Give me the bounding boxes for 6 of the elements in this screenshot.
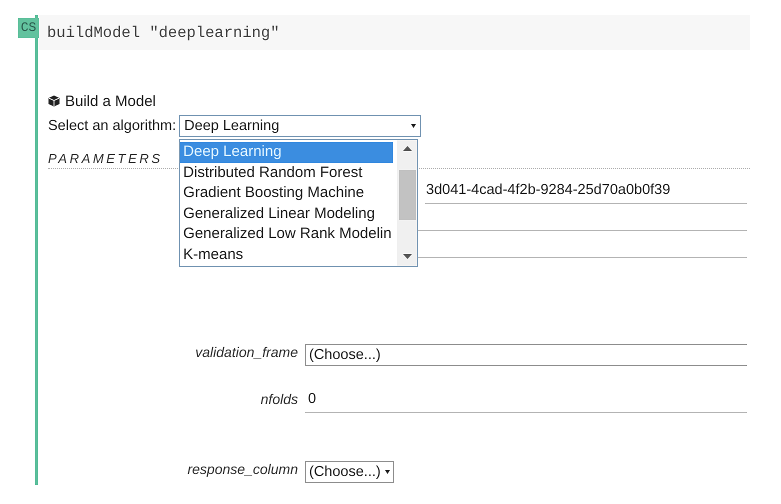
parameter-label: nfolds — [260, 391, 298, 407]
parameter-label: validation_frame — [195, 344, 298, 360]
section-heading: PARAMETERS — [48, 151, 163, 166]
form-title: Build a Model — [65, 92, 156, 110]
parameter-label: response_column — [187, 461, 298, 477]
algorithm-label: Select an algorithm: — [48, 118, 176, 134]
